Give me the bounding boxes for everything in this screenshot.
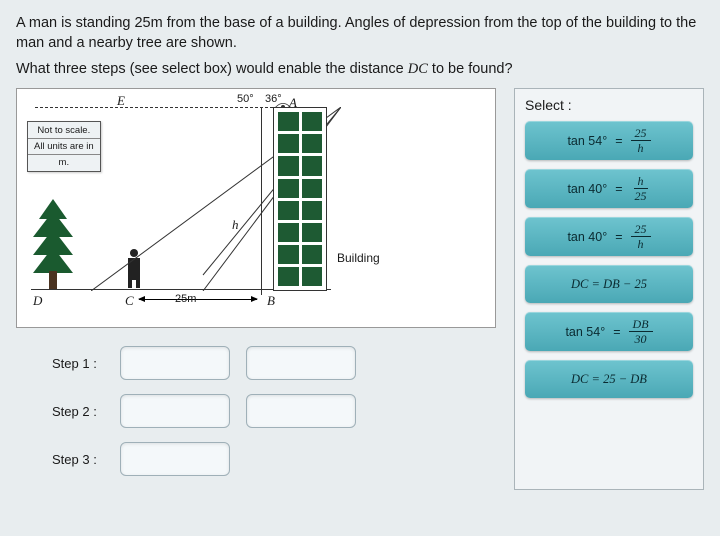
step3-label: Step 3 : <box>52 452 112 467</box>
select-panel: Select : tan 54°= 25h tan 40°= h25 tan 4… <box>514 88 704 490</box>
question-sub: What three steps (see select box) would … <box>16 61 704 78</box>
step2-slot-alt[interactable] <box>246 394 356 428</box>
diagram: E 50° 36° A Not to scale. All units are … <box>16 88 496 328</box>
point-B: B <box>267 293 275 309</box>
step3-slot[interactable] <box>120 442 230 476</box>
building-label: Building <box>337 251 380 265</box>
select-title: Select : <box>525 97 693 113</box>
option-dc-25-db[interactable]: DC = 25 − DB <box>525 360 693 398</box>
step1-slot[interactable] <box>120 346 230 380</box>
height-h: h <box>232 217 239 233</box>
distance-arrow <box>139 299 257 300</box>
tree-icon <box>31 199 75 291</box>
point-C: C <box>125 293 134 309</box>
step2-slot[interactable] <box>120 394 230 428</box>
point-D: D <box>33 293 42 309</box>
distance-25m: 25m <box>175 293 196 305</box>
step1-label: Step 1 : <box>52 356 112 371</box>
option-tan54-db30[interactable]: tan 54°= DB30 <box>525 312 693 351</box>
scale-note: Not to scale. All units are in m. <box>27 121 101 172</box>
option-tan54-25h[interactable]: tan 54°= 25h <box>525 121 693 160</box>
step2-label: Step 2 : <box>52 404 112 419</box>
building-icon <box>273 107 327 291</box>
option-tan40-h25[interactable]: tan 40°= h25 <box>525 169 693 208</box>
option-dc-db-25[interactable]: DC = DB − 25 <box>525 265 693 303</box>
angle-50: 50° <box>237 93 254 105</box>
option-tan40-25h[interactable]: tan 40°= 25h <box>525 217 693 256</box>
question-text: A man is standing 25m from the base of a… <box>16 14 704 53</box>
step1-slot-alt[interactable] <box>246 346 356 380</box>
